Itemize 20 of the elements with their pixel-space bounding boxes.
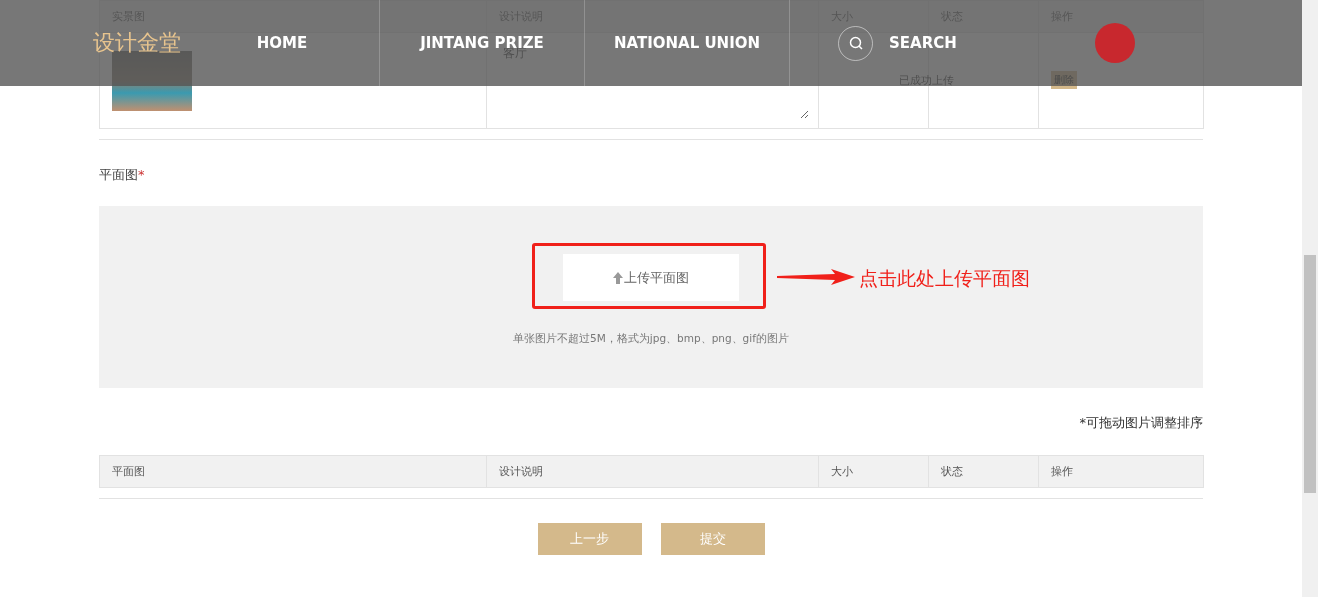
column-header: 设计说明 <box>486 455 819 488</box>
sort-note: *可拖动图片调整排序 <box>1078 414 1203 432</box>
arrow-icon <box>777 269 855 285</box>
hint-text: 单张图片不超过5M，格式为jpg、bmp、png、gif的图片 <box>513 332 789 346</box>
nav-link[interactable]: NATIONAL UNION <box>613 34 761 52</box>
search-icon <box>848 36 863 50</box>
section-label: 平面图* <box>99 166 146 184</box>
upload-button[interactable]: 上传平面图 <box>563 254 739 301</box>
nav-link[interactable]: JINTANG PRIZE <box>420 34 544 52</box>
logo: 设计金堂 <box>93 29 181 57</box>
column-header: 操作 <box>1038 455 1204 488</box>
nav-link[interactable]: HOME <box>256 34 308 52</box>
search-link[interactable]: SEARCH <box>838 25 957 61</box>
upload-icon <box>613 271 623 284</box>
annotation-text: 点击此处上传平面图 <box>859 266 1030 291</box>
column-header: 大小 <box>818 455 929 488</box>
avatar[interactable] <box>1094 23 1135 63</box>
column-header: 状态 <box>928 455 1039 488</box>
column-header: 平面图 <box>99 455 487 488</box>
scrollbar[interactable] <box>1302 0 1318 597</box>
